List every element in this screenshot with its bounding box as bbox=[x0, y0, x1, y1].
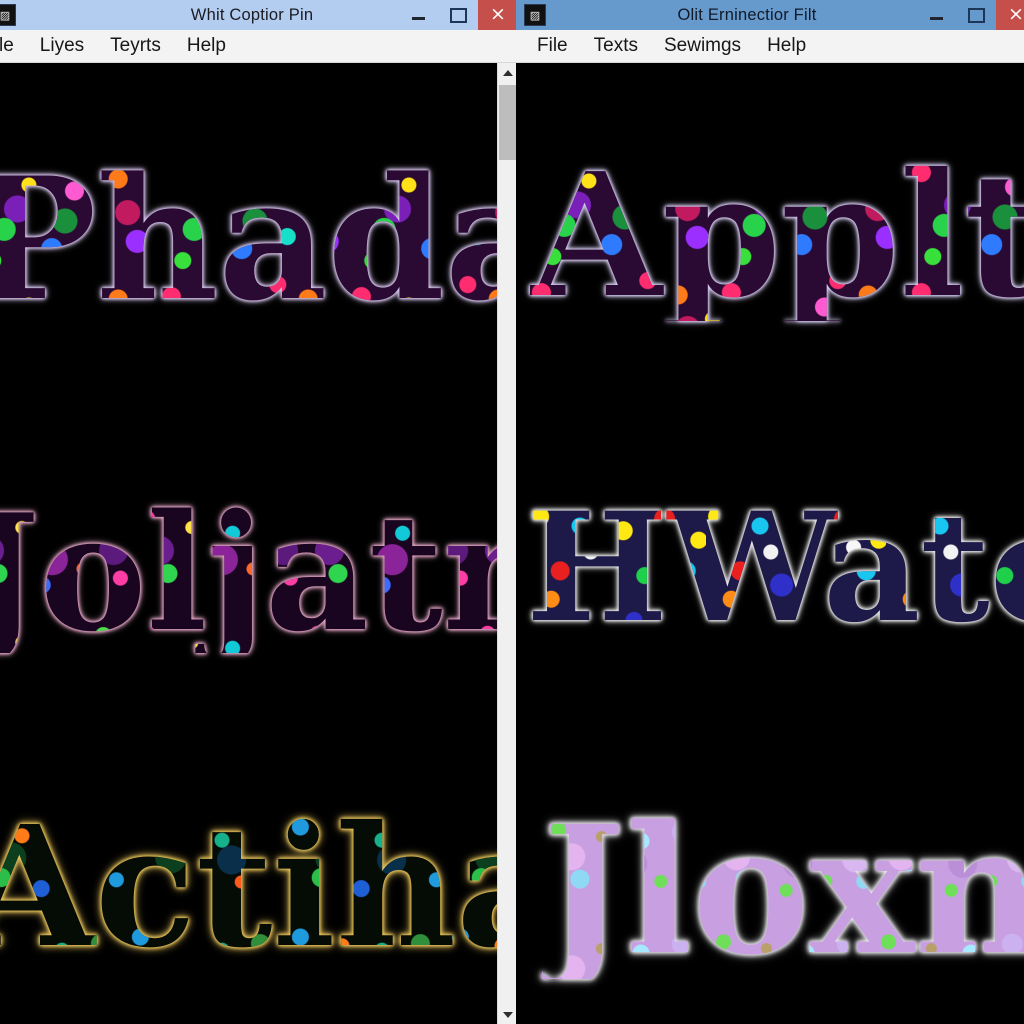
art-text-hwatonaq: HWatonaq bbox=[526, 493, 1024, 643]
menu-item-file[interactable]: File bbox=[524, 35, 581, 57]
art-text-jloxnan: Jloxnan bbox=[542, 803, 1024, 979]
minimize-button[interactable] bbox=[916, 0, 956, 30]
text-canvas-left: Phadace, Joljatnam Actiham bbox=[0, 63, 497, 1024]
scrollbar-thumb[interactable] bbox=[499, 85, 517, 160]
app-icon: ▨ bbox=[524, 4, 546, 26]
art-text-actiham: Actiham bbox=[0, 805, 497, 971]
client-area-left: Phadace, Joljatnam Actiham bbox=[0, 63, 518, 1024]
menubar-left[interactable]: le Liyes Teyrts Help bbox=[0, 30, 518, 63]
window-title-right: Olit Erninectior Filt bbox=[677, 5, 817, 24]
menubar-right[interactable]: File Texts Sewimgs Help bbox=[516, 30, 1024, 63]
minimize-button[interactable] bbox=[398, 0, 438, 30]
scroll-up-button[interactable] bbox=[498, 63, 518, 82]
window-controls-left[interactable]: × bbox=[398, 0, 518, 30]
art-text-joljatnam: Joljatnam bbox=[0, 493, 497, 653]
menu-item-teyrts[interactable]: Teyrts bbox=[97, 35, 174, 57]
text-canvas-right: Appltim HWatonaq Jloxnan bbox=[516, 63, 1024, 1024]
close-button[interactable]: × bbox=[478, 0, 518, 30]
close-button[interactable]: × bbox=[996, 0, 1024, 30]
menu-item-liyes[interactable]: Liyes bbox=[27, 35, 97, 57]
chevron-down-icon bbox=[503, 1011, 513, 1018]
vertical-scrollbar-left[interactable] bbox=[497, 63, 518, 1024]
art-text-phadace: Phadace, bbox=[0, 155, 497, 323]
menu-item-texts[interactable]: Texts bbox=[581, 35, 651, 57]
maximize-button[interactable] bbox=[956, 0, 996, 30]
menu-item-file[interactable]: le bbox=[0, 35, 27, 57]
art-text-appltim: Appltim bbox=[530, 151, 1024, 321]
client-area-right: Appltim HWatonaq Jloxnan bbox=[516, 63, 1024, 1024]
window-left[interactable]: ▨ Whit Coptior Pin × le Liyes Teyrts Hel… bbox=[0, 0, 518, 1024]
maximize-icon bbox=[449, 7, 467, 23]
maximize-icon bbox=[967, 7, 985, 23]
menu-item-sewimgs[interactable]: Sewimgs bbox=[651, 35, 754, 57]
titlebar-left[interactable]: ▨ Whit Coptior Pin × bbox=[0, 0, 518, 30]
scroll-down-button[interactable] bbox=[498, 1005, 518, 1024]
maximize-button[interactable] bbox=[438, 0, 478, 30]
window-controls-right[interactable]: × bbox=[916, 0, 1024, 30]
minimize-icon bbox=[929, 17, 943, 20]
chevron-up-icon bbox=[503, 69, 513, 76]
app-icon: ▨ bbox=[0, 4, 16, 26]
menu-item-help[interactable]: Help bbox=[754, 35, 819, 57]
window-right[interactable]: ▨ Olit Erninectior Filt × File Texts Sew… bbox=[516, 0, 1024, 1024]
minimize-icon bbox=[411, 17, 425, 20]
menu-item-help[interactable]: Help bbox=[174, 35, 239, 57]
screen: ▨ Whit Coptior Pin × le Liyes Teyrts Hel… bbox=[0, 0, 1024, 1024]
titlebar-right[interactable]: ▨ Olit Erninectior Filt × bbox=[516, 0, 1024, 30]
